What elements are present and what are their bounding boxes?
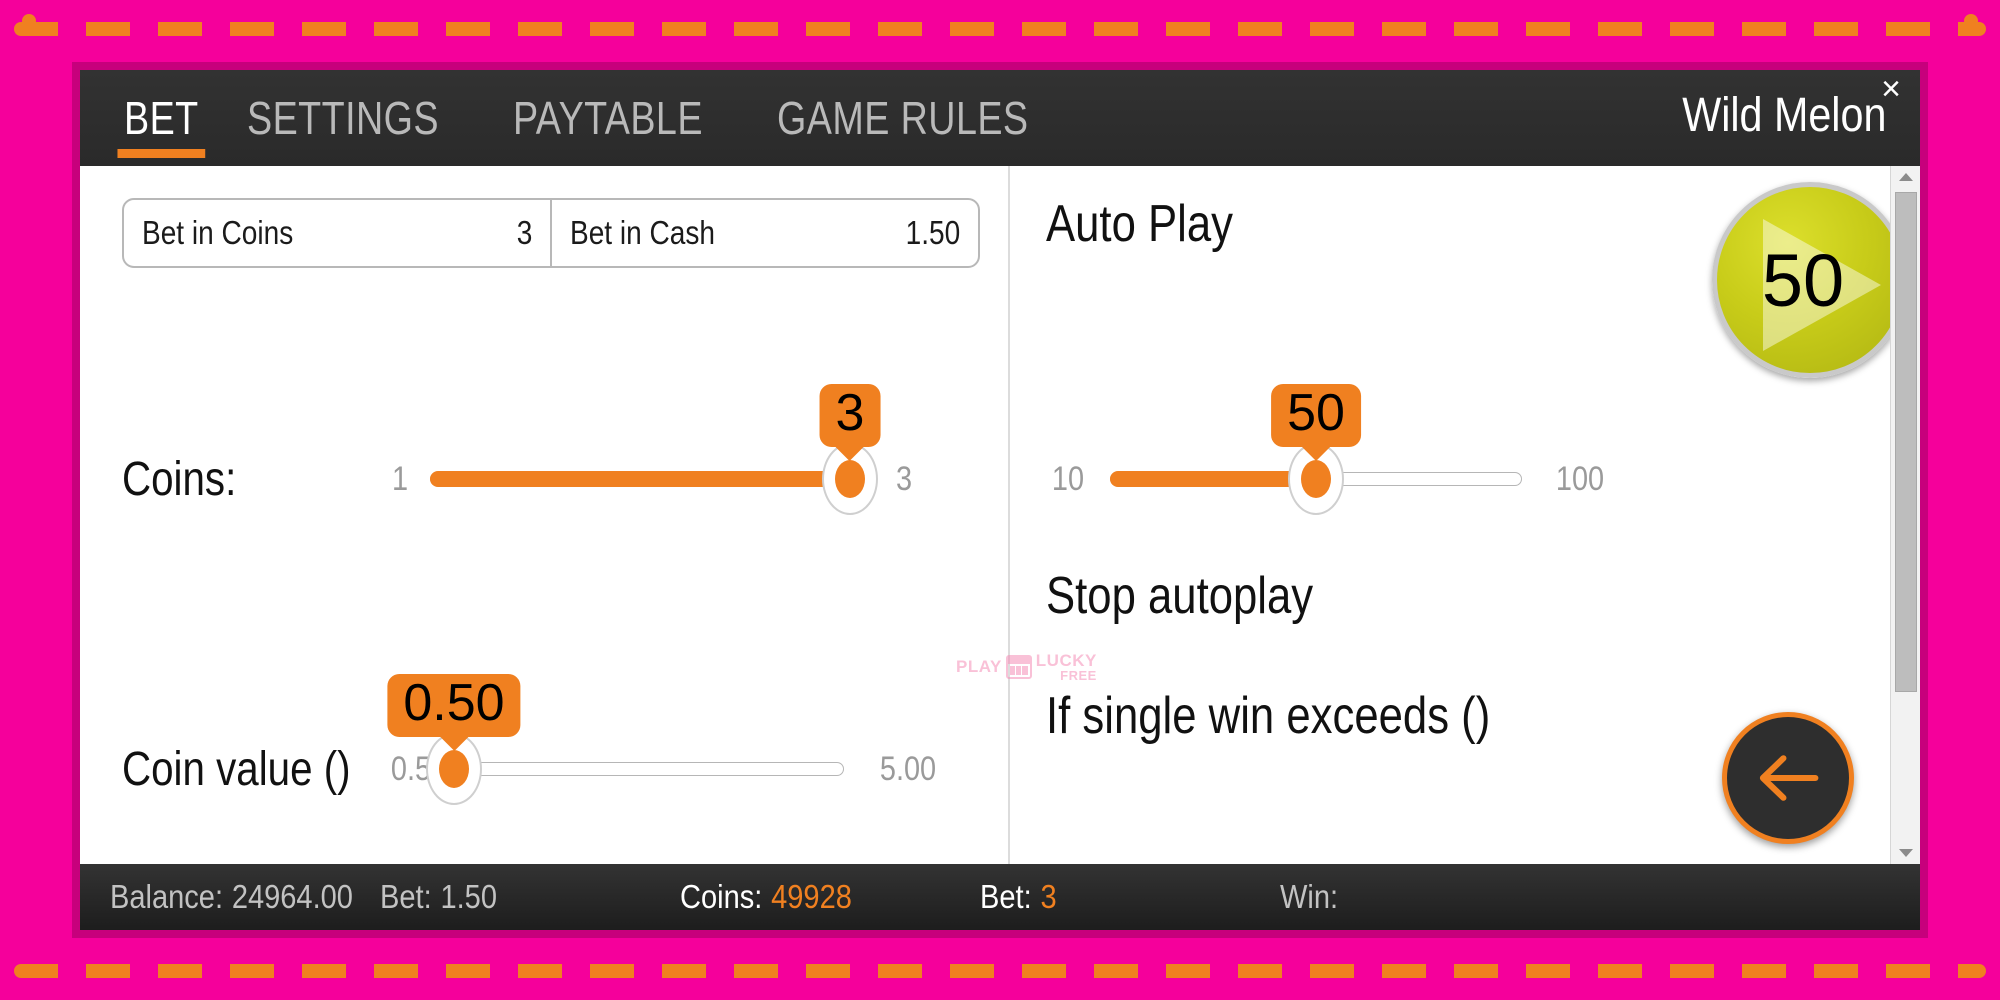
coins-min-label: 1	[391, 459, 409, 498]
auto-play-title: Auto Play	[1046, 195, 1233, 253]
coin-value-slider[interactable]: 0.50	[387, 674, 844, 805]
status-win-key: Win:	[1280, 878, 1339, 915]
coin-value-slider-track	[454, 762, 844, 776]
coin-value-slider-bubble: 0.50	[387, 674, 521, 737]
status-bet-cash-value: 1.50	[440, 878, 497, 915]
tab-bar: BET SETTINGS PAYTABLE GAME RULES	[80, 70, 1097, 166]
dashed-border-right	[1964, 14, 1978, 28]
vertical-scrollbar[interactable]	[1890, 166, 1920, 864]
scroll-up-icon[interactable]	[1891, 166, 1920, 188]
tab-paytable[interactable]: PAYTABLE	[495, 70, 721, 166]
tab-bet-label: BET	[124, 92, 199, 144]
stop-autoplay-title: Stop autoplay	[1046, 567, 1314, 625]
autoplay-rounds-min-label: 10	[1051, 459, 1085, 498]
close-icon[interactable]: ×	[1874, 72, 1908, 108]
coins-slider-bubble: 3	[819, 384, 881, 447]
status-bet-coins-key: Bet:	[980, 878, 1032, 915]
coins-slider-fill	[430, 471, 850, 487]
tab-settings-label: SETTINGS	[247, 92, 439, 144]
bet-summary-pill: Bet in Coins 3 Bet in Cash 1.50	[122, 198, 980, 268]
dashed-border-left	[22, 14, 36, 28]
tab-bet[interactable]: BET	[106, 70, 217, 166]
status-balance-value: 24964.00	[231, 878, 353, 915]
status-win: Win:	[1280, 878, 1544, 916]
game-window: BET SETTINGS PAYTABLE GAME RULES Wild Me…	[72, 62, 1928, 938]
scrollbar-thumb[interactable]	[1894, 192, 1917, 692]
coins-label: Coins:	[122, 452, 237, 506]
autoplay-panel: Auto Play 10 50 100 50 Stop autoplay If …	[1010, 166, 1908, 864]
bet-in-cash-label: Bet in Cash	[570, 214, 716, 251]
bet-in-coins-value: 3	[516, 214, 532, 251]
panels-container: Bet in Coins 3 Bet in Cash 1.50 Coins: 1…	[80, 166, 1908, 864]
settings-body: Bet in Coins 3 Bet in Cash 1.50 Coins: 1…	[80, 166, 1920, 864]
bet-in-cash-cell: Bet in Cash 1.50	[550, 200, 978, 266]
tab-paytable-label: PAYTABLE	[513, 92, 703, 144]
status-coins-key: Coins:	[680, 878, 763, 915]
coins-slider-knob-dot	[835, 460, 865, 498]
watermark-word-play: PLAY	[956, 657, 1002, 676]
arrow-left-icon	[1759, 755, 1819, 801]
back-button[interactable]	[1722, 712, 1854, 844]
autoplay-rounds-slider-bubble: 50	[1271, 384, 1361, 447]
autoplay-rounds-slider-knob-dot	[1301, 460, 1331, 498]
status-coins: Coins: 49928	[680, 878, 944, 916]
autoplay-rounds-slider-row: 10 50 100	[1036, 384, 1696, 534]
status-bet-cash-key: Bet:	[380, 878, 432, 915]
game-window-inner: BET SETTINGS PAYTABLE GAME RULES Wild Me…	[80, 70, 1920, 930]
status-bet-coins: Bet: 3	[980, 878, 1244, 916]
coins-max-label: 3	[895, 459, 913, 498]
bet-in-coins-cell: Bet in Coins 3	[124, 200, 550, 266]
autoplay-rounds-slider[interactable]: 50	[1110, 384, 1522, 515]
single-win-exceeds-title: If single win exceeds ()	[1046, 687, 1491, 745]
coins-slider[interactable]: 3	[430, 384, 881, 515]
pink-dashed-frame: BET SETTINGS PAYTABLE GAME RULES Wild Me…	[0, 0, 2000, 1000]
coin-value-slider-knob-dot	[439, 750, 469, 788]
tab-game-rules[interactable]: GAME RULES	[759, 70, 1047, 166]
scroll-down-icon[interactable]	[1891, 842, 1920, 864]
status-bet-cash: Bet: 1.50	[380, 878, 644, 916]
status-bet-coins-value: 3	[1040, 878, 1057, 915]
coin-value-label: Coin value ()	[122, 742, 351, 796]
autoplay-spin-button[interactable]: 50	[1712, 182, 1908, 378]
bet-in-cash-value: 1.50	[905, 214, 960, 251]
bet-panel: Bet in Coins 3 Bet in Cash 1.50 Coins: 1…	[80, 166, 1096, 864]
autoplay-spin-count: 50	[1761, 238, 1845, 322]
status-bar: Balance: 24964.00 Bet: 1.50 Coins: 49928…	[80, 864, 1920, 930]
tab-game-rules-label: GAME RULES	[776, 92, 1029, 144]
autoplay-rounds-slider-fill	[1110, 471, 1316, 487]
coin-value-max-label: 5.00	[879, 749, 937, 788]
window-header: BET SETTINGS PAYTABLE GAME RULES Wild Me…	[80, 70, 1920, 166]
coins-slider-row: Coins: 1 3 3	[122, 384, 992, 534]
status-balance-key: Balance:	[110, 878, 224, 915]
status-coins-value: 49928	[771, 878, 852, 915]
dashed-border-top	[14, 22, 1986, 36]
autoplay-rounds-max-label: 100	[1555, 459, 1605, 498]
status-balance: Balance: 24964.00	[110, 878, 353, 916]
tab-settings[interactable]: SETTINGS	[229, 70, 457, 166]
game-title: Wild Melon	[1681, 89, 1886, 142]
dashed-border-bottom	[14, 964, 1986, 978]
bet-in-coins-label: Bet in Coins	[142, 214, 294, 251]
coin-value-slider-row: Coin value () 0.50 0.50 5.00	[122, 674, 1002, 824]
